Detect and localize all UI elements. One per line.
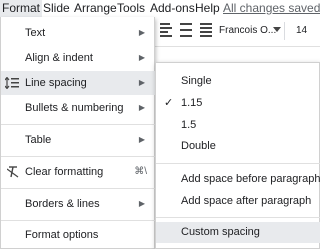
format-menu-format-options[interactable]: Format options [1, 223, 155, 247]
menu-item-label: Text [25, 27, 46, 39]
custom-spacing[interactable]: Custom spacing [156, 222, 320, 243]
menu-item-label: 1.5 [181, 119, 197, 131]
menu-item-label: Line spacing [25, 77, 87, 89]
add-space-after-paragraph[interactable]: Add space after paragraph [156, 191, 320, 212]
menu-addons[interactable]: Add-ons [148, 0, 197, 17]
align-icon[interactable] [160, 23, 172, 37]
check-icon: ✓ [164, 97, 174, 109]
menu-divider [1, 124, 155, 125]
toolbar-divider [284, 22, 285, 40]
format-menu-table[interactable]: Table ▶ [1, 128, 155, 152]
line-spacing-submenu: Single ✓ 1.15 1.5 Double Add space befor… [155, 62, 320, 249]
menu-item-label: 1.15 [181, 97, 203, 109]
format-menu: Text ▶ Align & indent ▶ Line spacing ▶ B… [0, 17, 155, 249]
menu-item-label: Single [181, 75, 212, 87]
format-menu-line-spacing[interactable]: Line spacing ▶ [1, 71, 155, 95]
line-spacing-1-5[interactable]: 1.5 [156, 115, 320, 136]
chevron-right-icon: ▶ [138, 78, 145, 87]
menu-item-label: Format options [25, 229, 99, 241]
menu-format[interactable]: Format [0, 0, 43, 17]
menu-item-label: Borders & lines [25, 198, 100, 210]
menu-slide[interactable]: Slide [41, 0, 72, 17]
chevron-right-icon: ▶ [138, 199, 145, 208]
menu-item-label: Add space after paragraph [181, 195, 312, 207]
format-menu-clear-formatting[interactable]: Clear formatting ⌘\ [1, 160, 155, 184]
menu-item-label: Clear formatting [25, 166, 104, 178]
menu-divider [1, 188, 155, 189]
format-menu-text[interactable]: Text ▶ [1, 21, 155, 45]
chevron-down-icon[interactable] [273, 27, 281, 32]
menu-item-label: Add space before paragraph [181, 173, 320, 185]
menu-divider [156, 163, 320, 164]
chevron-right-icon: ▶ [138, 28, 145, 37]
menu-arrange[interactable]: Arrange [72, 0, 119, 17]
list-icon[interactable] [200, 23, 212, 37]
menu-item-label: Align & indent [25, 52, 93, 64]
menu-divider [156, 217, 320, 218]
menu-divider [1, 220, 155, 221]
line-spacing-double[interactable]: Double [156, 136, 320, 157]
line-spacing-1-15[interactable]: ✓ 1.15 [156, 93, 320, 114]
menu-divider [1, 156, 155, 157]
menu-item-label: Double [181, 140, 216, 152]
menu-bar: Format Slide Arrange Tools Add-ons Help … [0, 0, 320, 17]
font-family-select[interactable]: Francois O... [219, 25, 276, 36]
font-size-field[interactable]: 14 [296, 25, 307, 36]
line-spacing-toolbar-icon[interactable] [180, 23, 192, 37]
saved-status-link[interactable]: All changes saved in D [223, 0, 320, 17]
menu-item-label: Custom spacing [181, 226, 260, 238]
format-menu-borders-lines[interactable]: Borders & lines ▶ [1, 192, 155, 216]
format-menu-align-indent[interactable]: Align & indent ▶ [1, 46, 155, 70]
menu-item-label: Table [25, 134, 52, 146]
menu-tools[interactable]: Tools [115, 0, 147, 17]
chevron-right-icon: ▶ [138, 53, 145, 62]
chevron-right-icon: ▶ [138, 103, 145, 112]
menu-item-label: Bullets & numbering [25, 102, 124, 114]
add-space-before-paragraph[interactable]: Add space before paragraph [156, 169, 320, 190]
chevron-right-icon: ▶ [138, 135, 145, 144]
menu-help[interactable]: Help [193, 0, 222, 17]
keyboard-shortcut: ⌘\ [134, 166, 147, 177]
format-menu-bullets-numbering[interactable]: Bullets & numbering ▶ [1, 96, 155, 120]
line-spacing-single[interactable]: Single [156, 71, 320, 92]
